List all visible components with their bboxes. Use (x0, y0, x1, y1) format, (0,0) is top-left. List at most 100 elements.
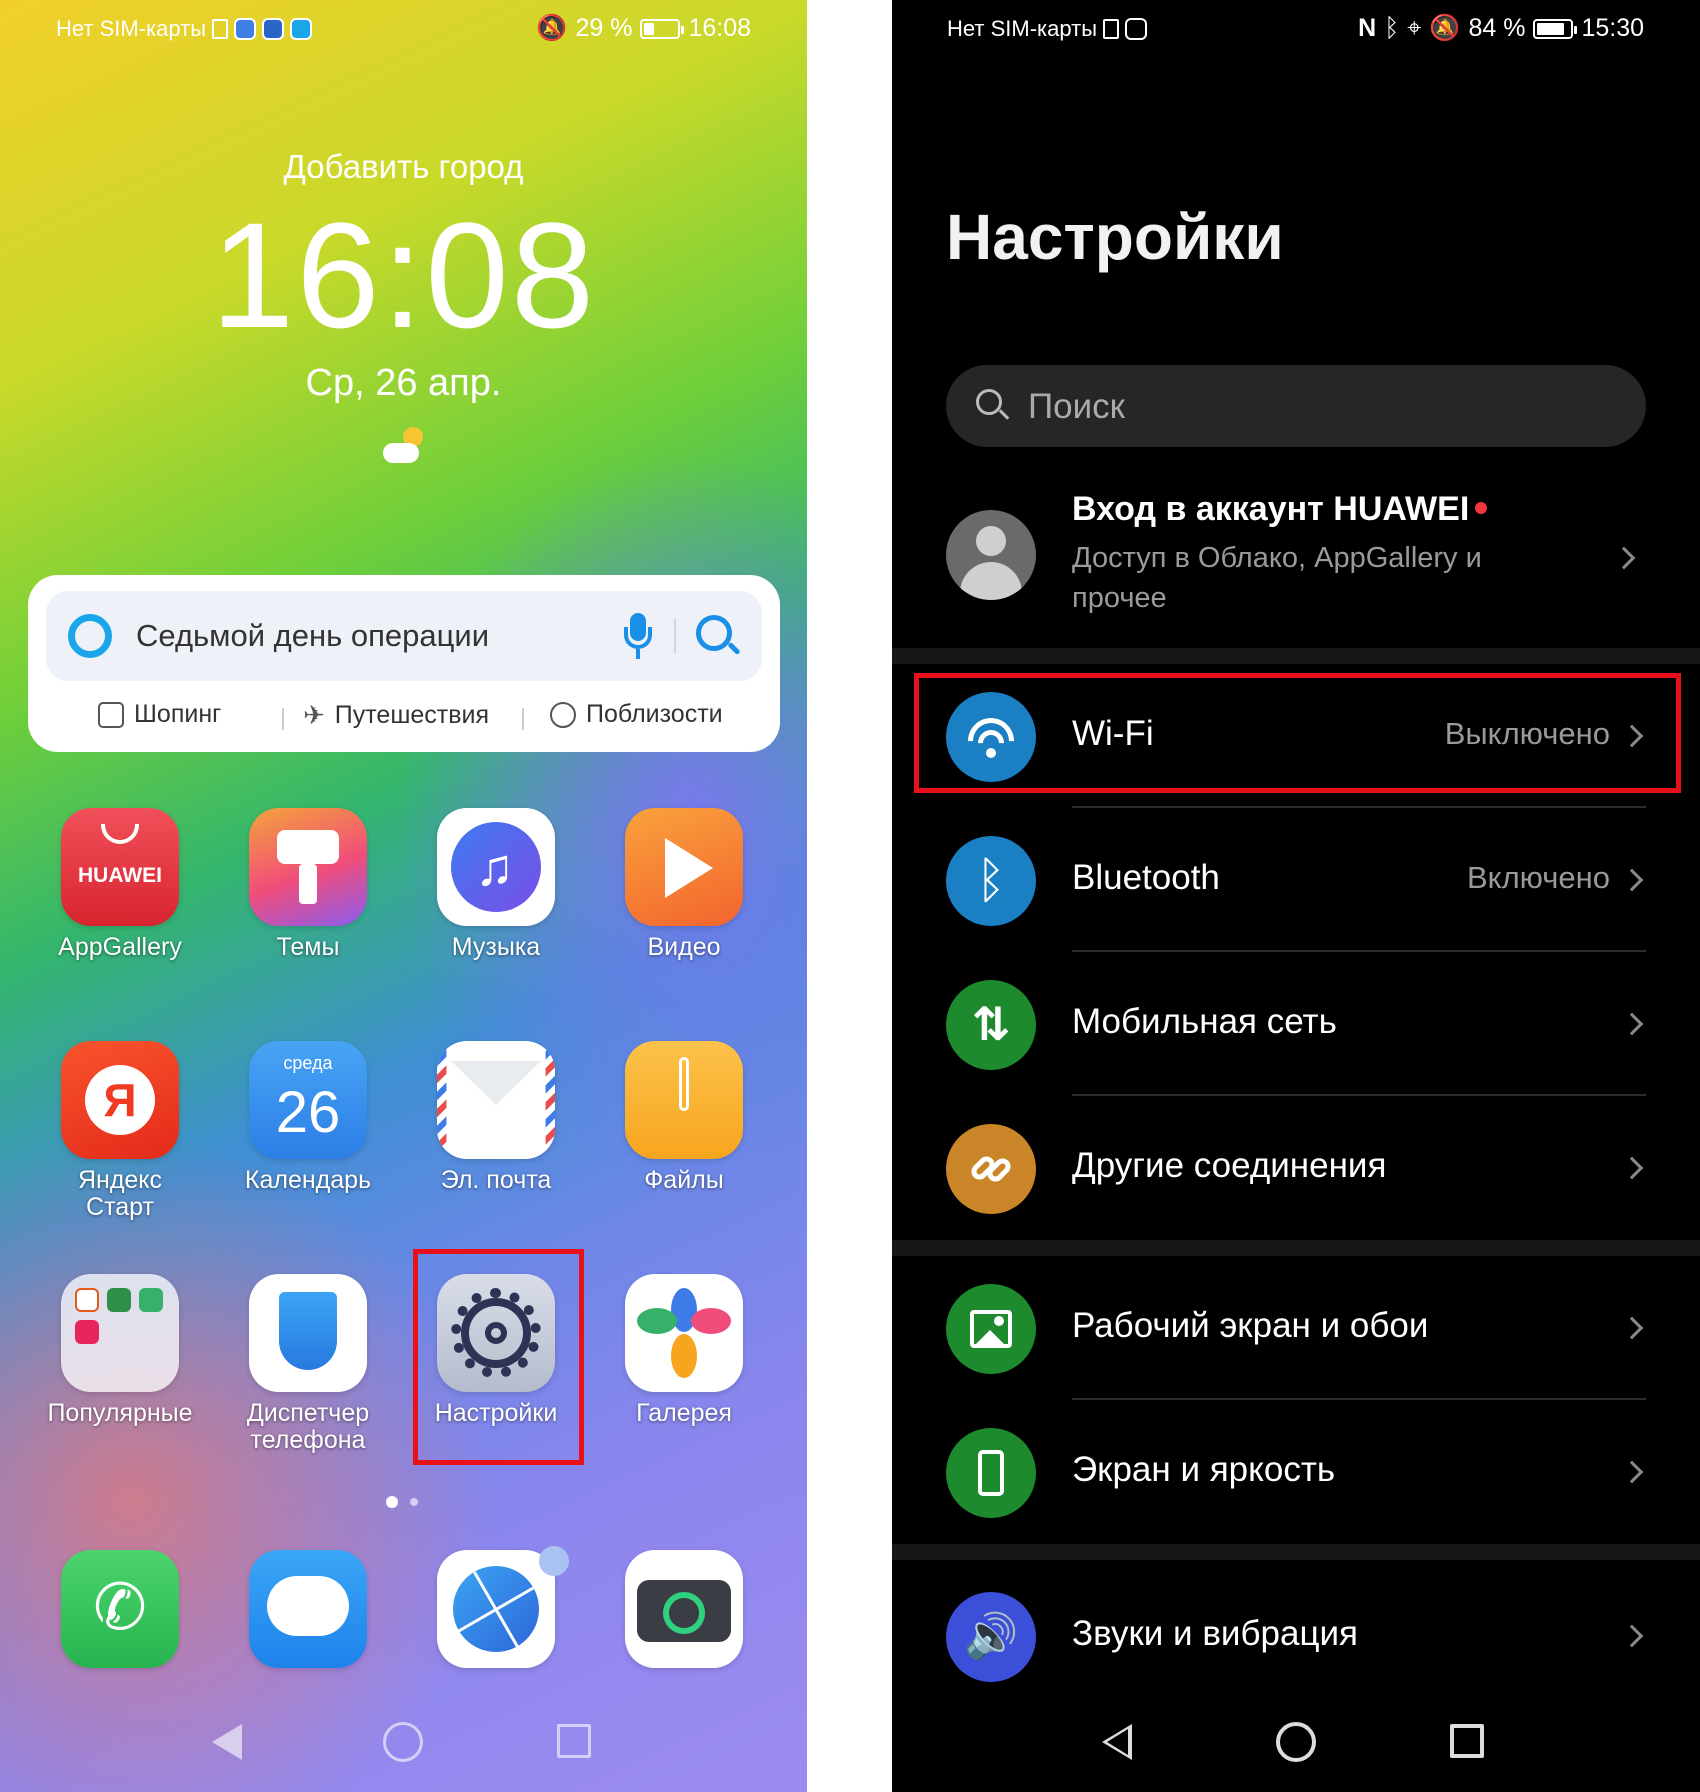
app-label: AppGallery (58, 933, 182, 961)
dock-camera[interactable] (609, 1550, 759, 1668)
calendar-day-number: 26 (275, 1080, 341, 1145)
home-icon[interactable] (1276, 1722, 1316, 1762)
chevron-right-icon (1620, 1012, 1644, 1036)
dock-browser[interactable] (421, 1546, 571, 1668)
app-label: Эл. почта (440, 1166, 552, 1194)
clock: 15:30 (1581, 14, 1644, 42)
app-yandex-start[interactable]: Я Яндекс Старт (45, 1041, 195, 1221)
clock-widget-time[interactable]: 16:08 (0, 200, 807, 350)
app-phone-manager[interactable]: Диспетчер телефона (233, 1274, 383, 1454)
browser-icon (437, 1550, 555, 1668)
avatar (946, 510, 1036, 600)
settings-item-home-screen-wallpaper[interactable]: Рабочий экран и обои (946, 1256, 1646, 1400)
notification-badge (539, 1546, 569, 1576)
calendar-day-name: среда (283, 1053, 333, 1073)
add-city-link[interactable]: Добавить город (0, 148, 807, 186)
app-themes[interactable]: Темы (233, 808, 383, 961)
display-icon (946, 1428, 1036, 1518)
plane-icon: ✈ (303, 700, 325, 730)
app-appgallery[interactable]: HUAWEI AppGallery (45, 808, 195, 961)
location-icon: ⌖ (1407, 14, 1422, 42)
weather-icon[interactable] (383, 425, 427, 465)
appgallery-icon: HUAWEI (61, 808, 179, 926)
status-bar: Нет SIM-карты 🔕 29 % 16:08 (0, 10, 807, 50)
quick-link-shopping[interactable]: Шопинг (98, 700, 221, 729)
mobile-network-icon: ⇅ (946, 980, 1036, 1070)
yandex-icon: Я (61, 1041, 179, 1159)
themes-icon (249, 808, 367, 926)
section-divider (892, 648, 1700, 664)
highlight-settings-app (413, 1249, 584, 1465)
settings-item-other-connections[interactable]: Другие соединения (946, 1096, 1646, 1240)
item-label: Bluetooth (1072, 858, 1220, 897)
music-icon: ♫ (437, 808, 555, 926)
quick-link-label: Путешествия (334, 701, 490, 729)
account-subtitle: Доступ в Облако, AppGallery и прочее (1072, 542, 1482, 614)
notification-dot (1475, 502, 1488, 514)
app-notification-icon (1125, 18, 1148, 40)
app-video[interactable]: Видео (609, 808, 759, 961)
app-files[interactable]: Файлы (609, 1041, 759, 1194)
recent-apps-icon[interactable] (1450, 1724, 1484, 1758)
quick-link-nearby[interactable]: Поблизости (550, 700, 723, 729)
search-icon[interactable] (696, 615, 741, 659)
dock-phone[interactable]: ✆ (45, 1550, 195, 1668)
phone-icon: ✆ (61, 1550, 179, 1668)
messages-icon (249, 1550, 367, 1668)
app-email[interactable]: Эл. почта (421, 1041, 571, 1194)
appgallery-badge: HUAWEI (78, 864, 162, 887)
battery-percent: 84 % (1468, 14, 1526, 42)
browser-notification-icon (234, 18, 257, 40)
chevron-right-icon (1620, 1624, 1644, 1648)
microphone-icon[interactable] (624, 613, 652, 659)
sound-icon: 🔊 (946, 1592, 1036, 1682)
clock: 16:08 (688, 14, 751, 42)
navigation-bar (892, 1682, 1700, 1792)
battery-icon (640, 18, 685, 39)
settings-item-bluetooth[interactable]: ᛒ Bluetooth Включено (946, 808, 1646, 952)
battery-icon (1533, 18, 1578, 39)
app-folder-popular[interactable]: Популярные (45, 1274, 195, 1427)
video-icon (625, 808, 743, 926)
quick-link-label: Поблизости (586, 700, 723, 728)
navigation-bar (0, 1682, 807, 1792)
settings-item-display-brightness[interactable]: Экран и яркость (946, 1400, 1646, 1544)
highlight-wifi-row (914, 673, 1681, 793)
search-suggestion[interactable]: Седьмой день операции (136, 618, 489, 654)
page-indicator (386, 1496, 418, 1508)
item-label: Экран и яркость (1072, 1450, 1336, 1489)
compass-icon (550, 701, 576, 728)
settings-search-input[interactable]: Поиск (946, 365, 1646, 447)
gallery-icon (625, 1274, 743, 1392)
app-music[interactable]: ♫ Музыка (421, 808, 571, 961)
app-gallery[interactable]: Галерея (609, 1274, 759, 1427)
quick-link-travel[interactable]: ✈ Путешествия (303, 700, 489, 731)
chevron-right-icon (1620, 868, 1644, 892)
search-bar[interactable]: Седьмой день операции (46, 591, 762, 681)
item-label: Звуки и вибрация (1072, 1614, 1358, 1653)
chevron-right-icon (1612, 546, 1636, 570)
app-label: Галерея (636, 1399, 732, 1427)
recent-apps-icon[interactable] (557, 1724, 591, 1758)
huawei-account-row[interactable]: Вход в аккаунт HUAWEI Доступ в Облако, A… (946, 490, 1646, 640)
sim-icon (212, 19, 229, 39)
page-title: Настройки (946, 201, 1284, 273)
chevron-right-icon (1620, 1316, 1644, 1340)
battery-percent: 29 % (575, 14, 633, 42)
account-title: Вход в аккаунт HUAWEI (1072, 490, 1488, 529)
mail-icon (437, 1041, 555, 1159)
app-calendar[interactable]: среда 26 Календарь (233, 1041, 383, 1194)
chevron-right-icon (1620, 1460, 1644, 1484)
carrier-text: Нет SIM-карты (947, 16, 1098, 41)
quick-link-label: Шопинг (134, 700, 222, 728)
settings-screen: Нет SIM-карты N ᛒ ⌖ 🔕 84 % 15:30 Настрой… (892, 0, 1700, 1792)
camera-icon (625, 1550, 743, 1668)
settings-item-mobile-network[interactable]: ⇅ Мобильная сеть (946, 952, 1646, 1096)
dock-messages[interactable] (233, 1550, 383, 1668)
home-screen: Нет SIM-карты 🔕 29 % 16:08 Добавить горо… (0, 0, 807, 1792)
back-icon[interactable] (212, 1724, 242, 1760)
home-icon[interactable] (383, 1722, 423, 1762)
search-logo-icon (68, 614, 112, 658)
app-label: Файлы (644, 1166, 724, 1194)
nfc-icon: N (1358, 14, 1377, 42)
